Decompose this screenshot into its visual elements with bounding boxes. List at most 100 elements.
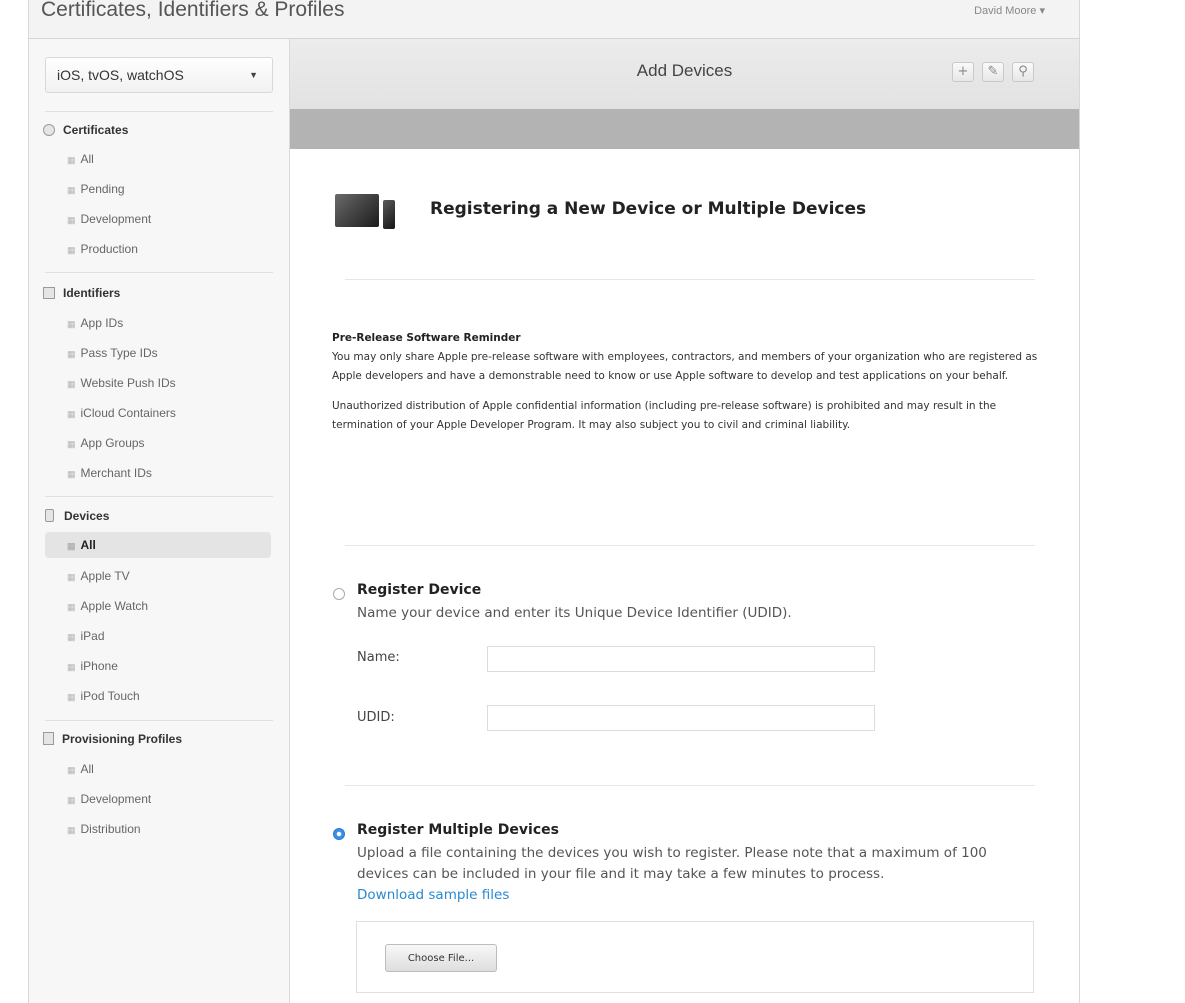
id-card-icon (43, 287, 55, 299)
sidebar-item-merchant-ids[interactable]: ▦ Merchant IDs (45, 460, 271, 486)
tablet-shape (335, 194, 379, 227)
sidebar-divider (45, 720, 273, 721)
sidebar-item-certificates-pending[interactable]: ▦ Pending (45, 176, 271, 202)
edit-button[interactable]: ✎ (982, 62, 1004, 82)
download-sample-files-link[interactable]: Download sample files (357, 887, 509, 903)
sidebar-section-provisioning-profiles[interactable]: Provisioning Profiles (43, 729, 182, 749)
sidebar-item-icloud-containers[interactable]: ▦ iCloud Containers (45, 400, 271, 426)
platform-select[interactable]: iOS, tvOS, watchOS ▼ (45, 57, 273, 93)
sidebar-item-app-ids[interactable]: ▦ App IDs (45, 310, 271, 336)
pre-release-reminder: Pre-Release Software Reminder You may on… (332, 329, 1042, 435)
list-bullet-icon: ▦ (67, 245, 76, 255)
choose-file-button[interactable]: Choose File... (385, 944, 497, 972)
sidebar-item-label: iCloud Containers (80, 406, 176, 420)
register-multiple-radio[interactable] (333, 828, 345, 840)
list-bullet-icon: ▦ (67, 215, 76, 225)
sidebar-item-label: iPod Touch (80, 689, 140, 703)
portal-window: Certificates, Identifiers & Profiles Dav… (28, 0, 1080, 1003)
sidebar-item-label: All (80, 152, 94, 166)
sidebar-item-label: App IDs (80, 316, 124, 330)
list-bullet-icon: ▦ (67, 155, 76, 165)
sidebar-section-identifiers[interactable]: Identifiers (43, 283, 120, 303)
udid-label: UDID: (357, 710, 395, 725)
sidebar-divider (45, 272, 273, 273)
sidebar-divider (45, 496, 273, 497)
section-divider (345, 545, 1035, 546)
list-bullet-icon: ▦ (67, 662, 76, 672)
sidebar-item-profiles-development[interactable]: ▦ Development (45, 786, 271, 812)
sidebar-item-pass-type-ids[interactable]: ▦ Pass Type IDs (45, 340, 271, 366)
register-device-title: Register Device (357, 582, 482, 598)
udid-input[interactable] (487, 705, 875, 731)
sidebar-item-label: Distribution (80, 822, 141, 836)
list-bullet-icon: ▦ (67, 572, 76, 582)
sidebar-item-profiles-distribution[interactable]: ▦ Distribution (45, 816, 271, 842)
top-bar: Certificates, Identifiers & Profiles Dav… (29, 0, 1079, 39)
sidebar-section-label: Identifiers (63, 286, 121, 300)
search-icon: ⚲ (1018, 64, 1028, 79)
sidebar-item-website-push-ids[interactable]: ▦ Website Push IDs (45, 370, 271, 396)
devices-icon (335, 194, 395, 230)
sidebar-section-label: Provisioning Profiles (62, 732, 183, 746)
app-title: Certificates, Identifiers & Profiles (41, 0, 345, 21)
sidebar-item-label: All (80, 538, 96, 552)
sidebar-item-certificates-production[interactable]: ▦ Production (45, 236, 271, 262)
sidebar-item-apple-watch[interactable]: ▦ Apple Watch (45, 593, 271, 619)
list-bullet-icon: ▦ (67, 349, 76, 359)
list-bullet-icon: ▦ (67, 795, 76, 805)
list-bullet-icon: ▦ (67, 825, 76, 835)
sidebar-item-certificates-all[interactable]: ▦ All (45, 146, 271, 172)
sidebar-item-label: iPad (80, 629, 105, 643)
sidebar-item-app-groups[interactable]: ▦ App Groups (45, 430, 271, 456)
register-device-radio[interactable] (333, 588, 345, 600)
section-divider (345, 279, 1035, 280)
sidebar-section-devices[interactable]: Devices (43, 506, 109, 526)
sidebar-divider (45, 111, 273, 112)
sidebar-section-certificates[interactable]: Certificates (43, 120, 128, 140)
user-menu[interactable]: David Moore ▾ (974, 4, 1045, 17)
sidebar-item-label: Development (80, 212, 152, 226)
register-multiple-title: Register Multiple Devices (357, 822, 559, 838)
reminder-paragraph: Unauthorized distribution of Apple confi… (332, 400, 997, 431)
sidebar-item-label: Merchant IDs (80, 466, 152, 480)
chevron-down-icon: ▼ (249, 70, 258, 80)
add-button[interactable]: + (952, 62, 974, 82)
list-bullet-icon: ▦ (67, 632, 76, 642)
sidebar-section-label: Devices (64, 509, 110, 523)
reminder-title: Pre-Release Software Reminder (332, 332, 521, 344)
document-icon (43, 732, 54, 745)
reminder-paragraph: You may only share Apple pre-release sof… (332, 351, 1038, 382)
sidebar-item-ipad[interactable]: ▦ iPad (45, 623, 271, 649)
list-bullet-icon: ▦ (67, 692, 76, 702)
sidebar-item-label: All (80, 762, 94, 776)
platform-select-value: iOS, tvOS, watchOS (57, 67, 184, 83)
sidebar-item-certificates-development[interactable]: ▦ Development (45, 206, 271, 232)
list-bullet-icon: ▦ (67, 379, 76, 389)
phone-icon (45, 509, 54, 522)
list-bullet-icon: ▦ (67, 439, 76, 449)
certificate-icon (43, 124, 55, 136)
sidebar-item-label: Pending (80, 182, 125, 196)
sidebar-item-label: Apple TV (80, 569, 130, 583)
name-input[interactable] (487, 646, 875, 672)
sidebar-item-label: Production (80, 242, 138, 256)
list-bullet-icon: ▦ (67, 541, 76, 551)
search-button[interactable]: ⚲ (1012, 62, 1034, 82)
sidebar-item-label: Development (80, 792, 152, 806)
sidebar-item-devices-all[interactable]: ▦ All (45, 532, 271, 558)
sidebar-item-profiles-all[interactable]: ▦ All (45, 756, 271, 782)
section-divider (345, 785, 1035, 786)
sidebar-item-ipod-touch[interactable]: ▦ iPod Touch (45, 683, 271, 709)
list-bullet-icon: ▦ (67, 185, 76, 195)
sidebar-item-label: Website Push IDs (80, 376, 176, 390)
sidebar-item-label: App Groups (80, 436, 145, 450)
phone-shape (383, 200, 395, 229)
list-bullet-icon: ▦ (67, 765, 76, 775)
sidebar-item-apple-tv[interactable]: ▦ Apple TV (45, 563, 271, 589)
list-bullet-icon: ▦ (67, 602, 76, 612)
sidebar-item-iphone[interactable]: ▦ iPhone (45, 653, 271, 679)
header-sub-bar (290, 109, 1079, 149)
list-bullet-icon: ▦ (67, 469, 76, 479)
pencil-icon: ✎ (987, 64, 999, 79)
main-panel: Add Devices + ✎ ⚲ Registering a New Devi… (290, 39, 1079, 1003)
